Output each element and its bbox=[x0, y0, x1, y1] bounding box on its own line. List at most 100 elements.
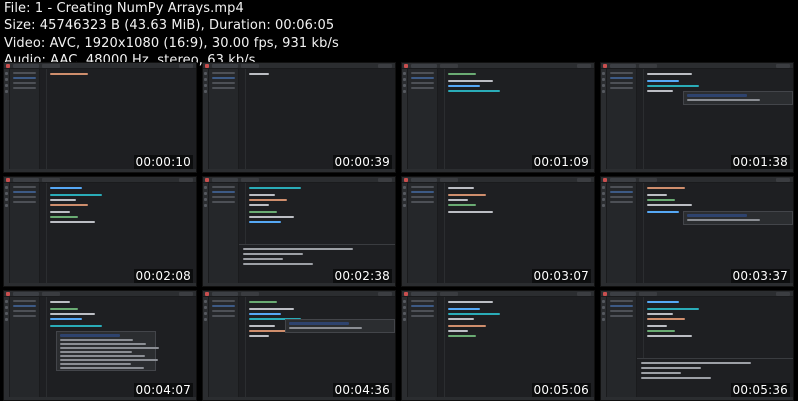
code-line bbox=[50, 199, 76, 201]
code-line bbox=[647, 330, 675, 332]
video-thumbnail[interactable]: 00:01:09 bbox=[401, 62, 595, 173]
code-line bbox=[448, 90, 500, 92]
video-thumbnail[interactable]: 00:03:37 bbox=[600, 176, 794, 287]
autocomplete-popup bbox=[56, 331, 159, 371]
code-line bbox=[647, 90, 673, 92]
code-line bbox=[448, 301, 493, 303]
code-line bbox=[249, 204, 269, 206]
code-line bbox=[249, 73, 269, 75]
thumbnail-timestamp: 00:05:36 bbox=[730, 383, 790, 397]
ide-statusbar bbox=[4, 169, 196, 172]
video-thumbnail[interactable]: 00:02:08 bbox=[3, 176, 197, 287]
thumbnail-timestamp: 00:03:37 bbox=[730, 269, 790, 283]
autocomplete-popup bbox=[683, 91, 793, 105]
code-line bbox=[647, 199, 675, 201]
ide-project-panel bbox=[10, 183, 40, 286]
code-line bbox=[647, 211, 679, 213]
code-line bbox=[448, 325, 486, 327]
code-line bbox=[249, 216, 294, 218]
code-line bbox=[448, 199, 468, 201]
ide-project-panel bbox=[408, 183, 438, 286]
video-thumbnail[interactable]: 00:00:39 bbox=[202, 62, 396, 173]
ide-statusbar bbox=[203, 397, 395, 400]
ide-statusbar bbox=[4, 283, 196, 286]
code-line bbox=[448, 330, 468, 332]
code-line bbox=[50, 301, 70, 303]
ide-project-panel bbox=[408, 297, 438, 400]
code-line bbox=[647, 318, 685, 320]
code-line bbox=[448, 335, 476, 337]
thumbnail-timestamp: 00:05:06 bbox=[531, 383, 591, 397]
ide-statusbar bbox=[402, 397, 594, 400]
code-line bbox=[50, 221, 95, 223]
video-thumbnail[interactable]: 00:05:36 bbox=[600, 290, 794, 401]
code-line bbox=[50, 194, 102, 196]
thumbnail-timestamp: 00:00:10 bbox=[133, 155, 193, 169]
code-line bbox=[647, 73, 692, 75]
code-line bbox=[249, 194, 275, 196]
code-line bbox=[647, 80, 679, 82]
ide-project-panel bbox=[607, 183, 637, 286]
code-line bbox=[50, 313, 95, 315]
video-thumbnail[interactable]: 00:00:10 bbox=[3, 62, 197, 173]
video-thumbnail[interactable]: 00:02:38 bbox=[202, 176, 396, 287]
code-line bbox=[50, 318, 82, 320]
code-line bbox=[647, 204, 692, 206]
code-line bbox=[448, 73, 476, 75]
file-name-line: File: 1 - Creating NumPy Arrays.mp4 bbox=[4, 1, 244, 16]
ide-statusbar bbox=[601, 397, 793, 400]
file-size-duration-line: Size: 45746323 B (43.63 MiB), Duration: … bbox=[4, 18, 335, 34]
code-line bbox=[249, 335, 269, 337]
code-line bbox=[448, 211, 493, 213]
code-line bbox=[448, 194, 486, 196]
file-info-header: File: 1 - Creating NumPy Arrays.mp4 Size… bbox=[4, 0, 794, 69]
code-line bbox=[249, 221, 281, 223]
code-line bbox=[647, 325, 667, 327]
code-line bbox=[50, 211, 70, 213]
autocomplete-popup bbox=[683, 211, 793, 225]
code-line bbox=[50, 204, 88, 206]
thumbnail-timestamp: 00:01:09 bbox=[531, 155, 591, 169]
video-info-line: Video: AVC, 1920x1080 (16:9), 30.00 fps,… bbox=[4, 35, 339, 51]
thumbnail-timestamp: 00:03:07 bbox=[531, 269, 591, 283]
code-line bbox=[448, 187, 474, 189]
code-line bbox=[647, 194, 667, 196]
code-line bbox=[249, 187, 301, 189]
code-line bbox=[50, 216, 78, 218]
ide-project-panel bbox=[209, 297, 239, 400]
code-line bbox=[448, 85, 480, 87]
ide-project-panel bbox=[607, 69, 637, 172]
ide-project-panel bbox=[209, 69, 239, 172]
video-thumbnail[interactable]: 00:04:07 bbox=[3, 290, 197, 401]
video-thumbnail[interactable]: 00:04:36 bbox=[202, 290, 396, 401]
code-line bbox=[50, 325, 102, 327]
code-line bbox=[448, 313, 500, 315]
code-line bbox=[249, 211, 277, 213]
ide-statusbar bbox=[402, 283, 594, 286]
code-line bbox=[50, 308, 78, 310]
ide-statusbar bbox=[601, 169, 793, 172]
code-line bbox=[249, 313, 281, 315]
video-thumbnail[interactable]: 00:01:38 bbox=[600, 62, 794, 173]
code-line bbox=[448, 308, 480, 310]
code-line bbox=[647, 301, 679, 303]
code-line bbox=[647, 308, 699, 310]
autocomplete-popup bbox=[285, 319, 395, 333]
code-line bbox=[50, 187, 82, 189]
code-line bbox=[448, 80, 493, 82]
code-line bbox=[448, 204, 476, 206]
code-line bbox=[249, 308, 294, 310]
code-line bbox=[448, 318, 474, 320]
ide-project-panel bbox=[408, 69, 438, 172]
code-line bbox=[249, 325, 275, 327]
video-thumbnail[interactable]: 00:05:06 bbox=[401, 290, 595, 401]
ide-project-panel bbox=[607, 297, 637, 400]
ide-project-panel bbox=[10, 297, 40, 400]
code-line bbox=[647, 187, 685, 189]
ide-statusbar bbox=[601, 283, 793, 286]
thumbnail-timestamp: 00:00:39 bbox=[332, 155, 392, 169]
code-line bbox=[647, 85, 699, 87]
video-thumbnail[interactable]: 00:03:07 bbox=[401, 176, 595, 287]
thumbnail-timestamp: 00:02:38 bbox=[332, 269, 392, 283]
thumbnail-grid: 00:00:10 00:00:39 00:01:09 00:01:38 00:02:08… bbox=[3, 62, 798, 401]
